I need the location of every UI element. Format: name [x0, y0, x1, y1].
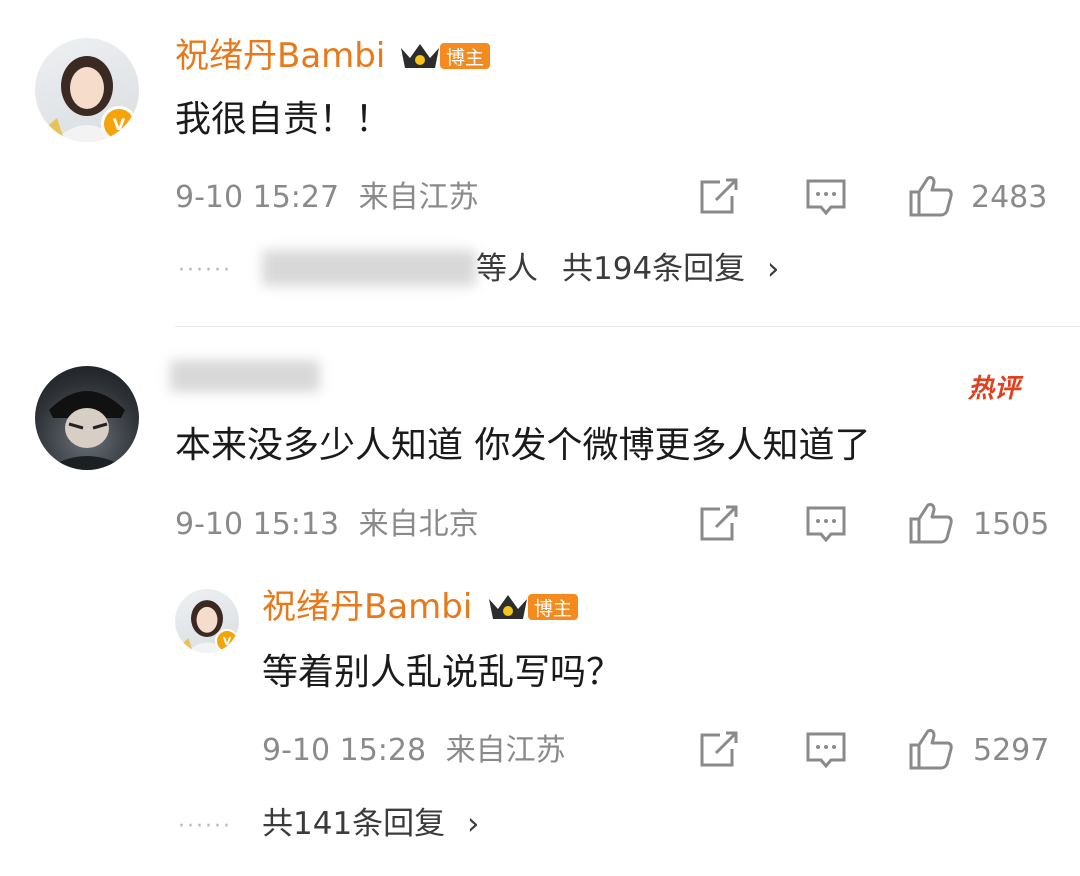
location: 来自江苏: [358, 180, 479, 215]
share-icon[interactable]: [698, 505, 740, 543]
crown-icon: [398, 40, 442, 72]
comment-text: 本来没多少人知道 你发个微博更多人知道了: [175, 425, 871, 466]
comment-divider: [175, 326, 1080, 327]
comment-icon[interactable]: [805, 178, 847, 218]
like-count: 1505: [973, 507, 1050, 542]
comment-time: 9-10 15:27 来自江苏: [175, 180, 479, 216]
user-avatar[interactable]: [35, 366, 139, 470]
comment-time: 9-10 15:13 来自北京: [175, 507, 479, 543]
comment-text: 我很自责！！: [175, 99, 392, 140]
share-icon[interactable]: [698, 731, 740, 769]
verified-badge: V: [215, 629, 239, 653]
reply-dots: ······: [178, 258, 232, 283]
hot-comment-tag: 热评: [968, 374, 1021, 404]
crown-icon: [486, 591, 530, 623]
reply-count: 共194条回复: [562, 251, 746, 287]
chevron-right-icon: ›: [467, 806, 480, 842]
like-count: 5297: [973, 733, 1050, 768]
comment-icon[interactable]: [805, 505, 847, 545]
verified-badge: V: [101, 106, 137, 142]
comment-icon[interactable]: [805, 731, 847, 771]
reply-text: 等着别人乱说乱写吗？: [262, 652, 623, 693]
avatar-portrait: [45, 391, 129, 470]
user-avatar[interactable]: V: [35, 38, 139, 142]
reply-count: 共141条回复: [262, 806, 446, 842]
blurred-likers: [262, 250, 476, 286]
username[interactable]: 祝绪丹Bambi: [175, 36, 385, 76]
timestamp: 9-10 15:13: [175, 507, 340, 542]
location: 来自北京: [358, 507, 479, 542]
thumbs-up-icon[interactable]: [908, 174, 954, 218]
like-count: 2483: [971, 180, 1048, 215]
reply-count-link[interactable]: 共194条回复 ›: [562, 251, 779, 287]
blurred-username: [170, 360, 320, 392]
blogger-badge: 博主: [528, 594, 579, 620]
reply-dots: ······: [178, 814, 232, 839]
thumbs-up-icon[interactable]: [908, 727, 954, 771]
username[interactable]: 祝绪丹Bambi: [262, 587, 472, 627]
likers-suffix: 等人: [476, 251, 538, 287]
timestamp: 9-10 15:27: [175, 180, 340, 215]
reply-avatar[interactable]: V: [175, 589, 239, 653]
timestamp: 9-10 15:28: [262, 733, 427, 768]
share-icon[interactable]: [698, 178, 740, 216]
location: 来自江苏: [445, 733, 566, 768]
blogger-badge: 博主: [440, 43, 491, 69]
chevron-right-icon: ›: [767, 251, 780, 287]
reply-time: 9-10 15:28 来自江苏: [262, 733, 566, 769]
thumbs-up-icon[interactable]: [908, 501, 954, 545]
reply-count-link[interactable]: 共141条回复 ›: [262, 806, 479, 842]
